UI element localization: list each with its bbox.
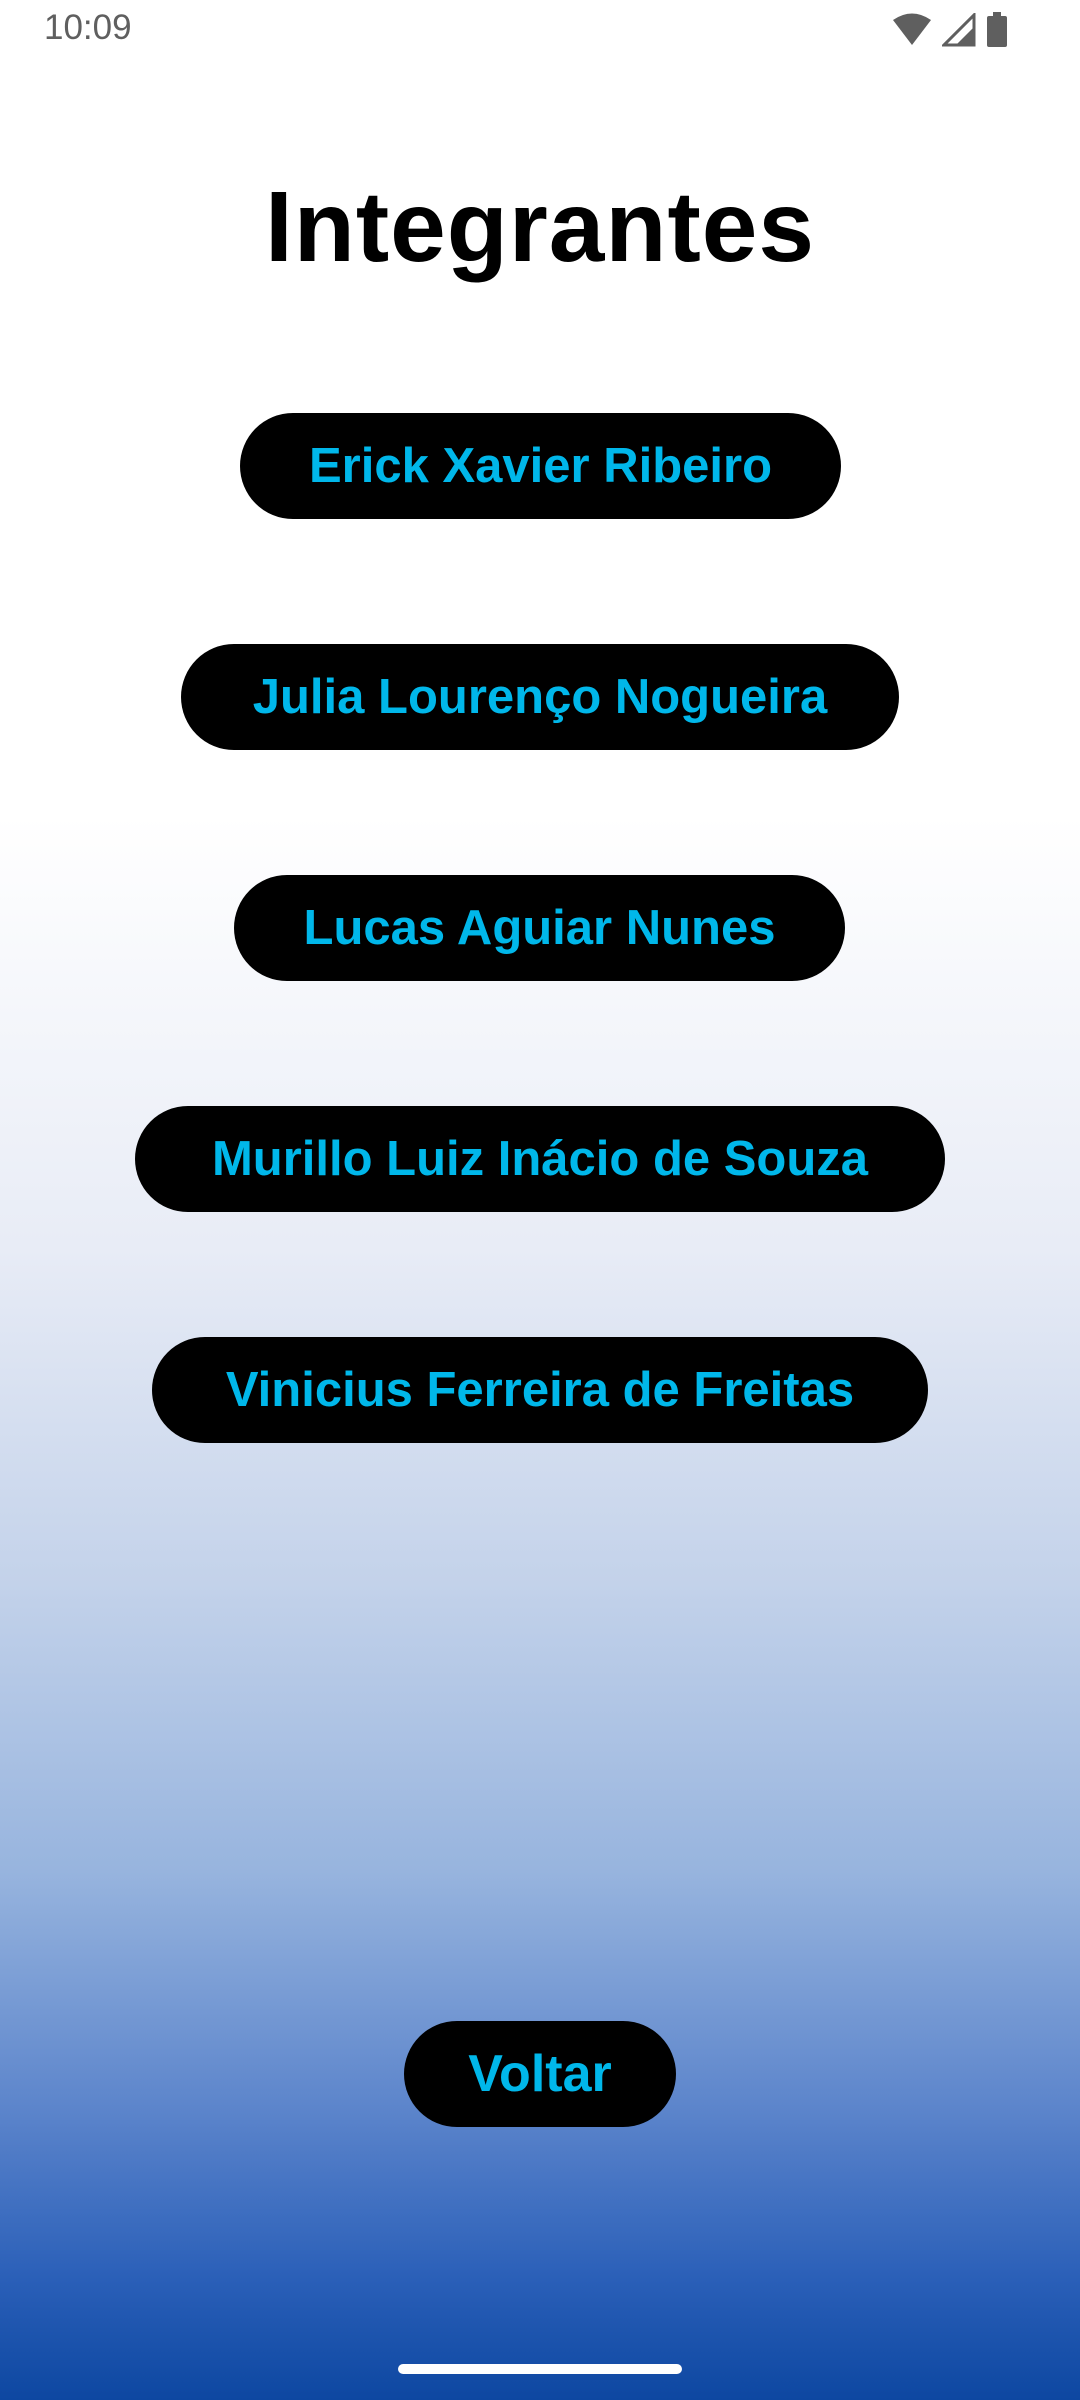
status-time: 10:09 <box>44 8 132 47</box>
status-bar: 10:09 <box>0 0 1080 62</box>
page-title: Integrantes <box>264 171 815 283</box>
wifi-icon <box>892 13 932 47</box>
home-indicator[interactable] <box>398 2364 682 2374</box>
status-icons <box>892 12 1008 48</box>
cell-signal-icon <box>942 13 976 47</box>
member-button-murillo[interactable]: Murillo Luiz Inácio de Souza <box>135 1106 945 1212</box>
member-button-vinicius[interactable]: Vinicius Ferreira de Freitas <box>152 1337 928 1443</box>
screen: 10:09 Integrantes Erick Xavier Ribeiro J… <box>0 0 1080 2400</box>
member-button-julia[interactable]: Julia Lourenço Nogueira <box>181 644 899 750</box>
member-button-erick[interactable]: Erick Xavier Ribeiro <box>240 413 841 519</box>
back-button[interactable]: Voltar <box>404 2021 676 2127</box>
battery-icon <box>986 12 1008 48</box>
member-button-lucas[interactable]: Lucas Aguiar Nunes <box>234 875 845 981</box>
